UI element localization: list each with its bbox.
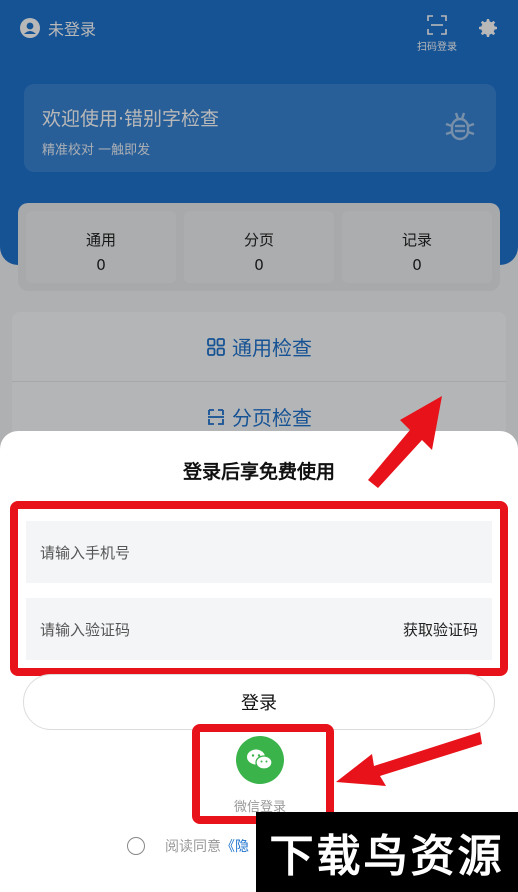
highlight-box-inputs: [10, 501, 508, 676]
highlight-box-wechat: [192, 724, 334, 824]
agreement-text: 阅读同意: [165, 839, 221, 855]
login-button[interactable]: 登录: [23, 674, 495, 730]
privacy-link[interactable]: 《隐: [221, 836, 249, 856]
agreement-radio[interactable]: [127, 837, 145, 855]
annotation-arrow-icon: [336, 732, 482, 786]
agreement-row: 阅读同意 《隐: [127, 836, 249, 856]
annotation-arrow-icon: [368, 396, 442, 488]
watermark: 下载鸟资源: [256, 812, 518, 892]
